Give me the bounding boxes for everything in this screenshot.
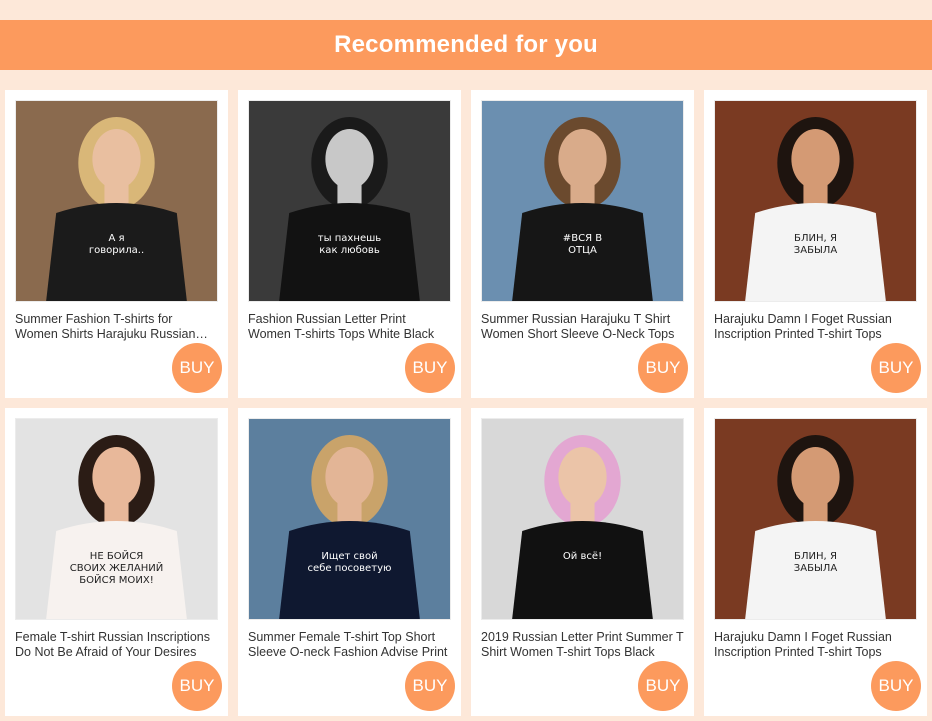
product-title[interactable]: 2019 Russian Letter Print Summer T Shirt… — [481, 630, 684, 660]
product-card[interactable]: Ищет свой себе посоветую Summer Female T-s… — [238, 408, 461, 716]
svg-text:как любовь: как любовь — [319, 244, 380, 256]
svg-text:ЗАБЫЛА: ЗАБЫЛА — [794, 563, 838, 574]
product-card[interactable]: НЕ БОЙСЯ СВОИХ ЖЕЛАНИЙ БОЙСЯ МОИХ! Female T… — [5, 408, 228, 716]
buy-button[interactable]: BUY — [172, 343, 222, 393]
product-card[interactable]: ты пахнешь как любовь Fashion Russian Lett… — [238, 90, 461, 398]
product-title[interactable]: Harajuku Damn I Foget Russian Inscriptio… — [714, 630, 917, 660]
svg-text:ты пахнешь: ты пахнешь — [318, 233, 382, 244]
product-card[interactable]: А я говорила.. Summer Fashion T-shirts for… — [5, 90, 228, 398]
svg-text:БОЙСЯ МОИХ!: БОЙСЯ МОИХ! — [79, 573, 153, 586]
product-image[interactable]: ты пахнешь как любовь — [248, 100, 451, 302]
product-card[interactable]: #ВСЯ В ОТЦА Summer Russian Harajuku T Shir… — [471, 90, 694, 398]
shirt-print: Ой всё! — [563, 551, 602, 562]
svg-text:НЕ БОЙСЯ: НЕ БОЙСЯ — [90, 549, 143, 562]
product-title[interactable]: Fashion Russian Letter Print Women T-shi… — [248, 312, 451, 342]
product-title[interactable]: Harajuku Damn I Foget Russian Inscriptio… — [714, 312, 917, 342]
buy-button[interactable]: BUY — [638, 661, 688, 711]
shirt-print: ты пахнешькак любовь — [318, 233, 382, 256]
buy-button[interactable]: BUY — [405, 661, 455, 711]
buy-button[interactable]: BUY — [871, 343, 921, 393]
buy-button[interactable]: BUY — [871, 661, 921, 711]
svg-text:себе посоветую: себе посоветую — [308, 562, 392, 574]
section-title: Recommended for you — [334, 31, 598, 58]
product-card[interactable]: БЛИН, Я ЗАБЫЛА Harajuku Damn I Foget Russi… — [704, 90, 927, 398]
product-grid: А я говорила.. Summer Fashion T-shirts for… — [5, 90, 927, 716]
svg-text:СВОИХ ЖЕЛАНИЙ: СВОИХ ЖЕЛАНИЙ — [70, 561, 164, 574]
product-title[interactable]: Summer Female T-shirt Top Short Sleeve O… — [248, 630, 451, 660]
product-title[interactable]: Female T-shirt Russian Inscriptions Do N… — [15, 630, 218, 660]
product-image[interactable]: А я говорила.. — [15, 100, 218, 302]
shirt-print: #ВСЯ ВОТЦА — [563, 233, 602, 256]
product-title[interactable]: Summer Fashion T-shirts for Women Shirts… — [15, 312, 218, 342]
shirt-print: БЛИН, ЯЗАБЫЛА — [794, 233, 838, 256]
buy-button[interactable]: BUY — [405, 343, 455, 393]
svg-text:БЛИН, Я: БЛИН, Я — [794, 233, 837, 244]
product-card[interactable]: Ой всё! 2019 Russian Letter Print Summer … — [471, 408, 694, 716]
recommended-banner: Recommended for you — [0, 20, 932, 70]
svg-text:ЗАБЫЛА: ЗАБЫЛА — [794, 245, 838, 256]
product-image[interactable]: Ищет свой себе посоветую — [248, 418, 451, 620]
product-title[interactable]: Summer Russian Harajuku T Shirt Women Sh… — [481, 312, 684, 342]
svg-text:Ой всё!: Ой всё! — [563, 551, 602, 562]
svg-text:А я: А я — [108, 233, 124, 244]
buy-button[interactable]: BUY — [638, 343, 688, 393]
product-image[interactable]: #ВСЯ В ОТЦА — [481, 100, 684, 302]
buy-button[interactable]: BUY — [172, 661, 222, 711]
svg-text:говорила..: говорила.. — [89, 245, 144, 256]
svg-text:ОТЦА: ОТЦА — [568, 245, 597, 256]
svg-text:Ищет свой: Ищет свой — [321, 551, 377, 562]
product-image[interactable]: БЛИН, Я ЗАБЫЛА — [714, 418, 917, 620]
shirt-print: БЛИН, ЯЗАБЫЛА — [794, 551, 838, 574]
product-image[interactable]: Ой всё! — [481, 418, 684, 620]
product-card[interactable]: БЛИН, Я ЗАБЫЛА Harajuku Damn I Foget Russi… — [704, 408, 927, 716]
svg-text:#ВСЯ В: #ВСЯ В — [563, 233, 602, 244]
product-image[interactable]: БЛИН, Я ЗАБЫЛА — [714, 100, 917, 302]
product-image[interactable]: НЕ БОЙСЯ СВОИХ ЖЕЛАНИЙ БОЙСЯ МОИХ! — [15, 418, 218, 620]
svg-text:БЛИН, Я: БЛИН, Я — [794, 551, 837, 562]
